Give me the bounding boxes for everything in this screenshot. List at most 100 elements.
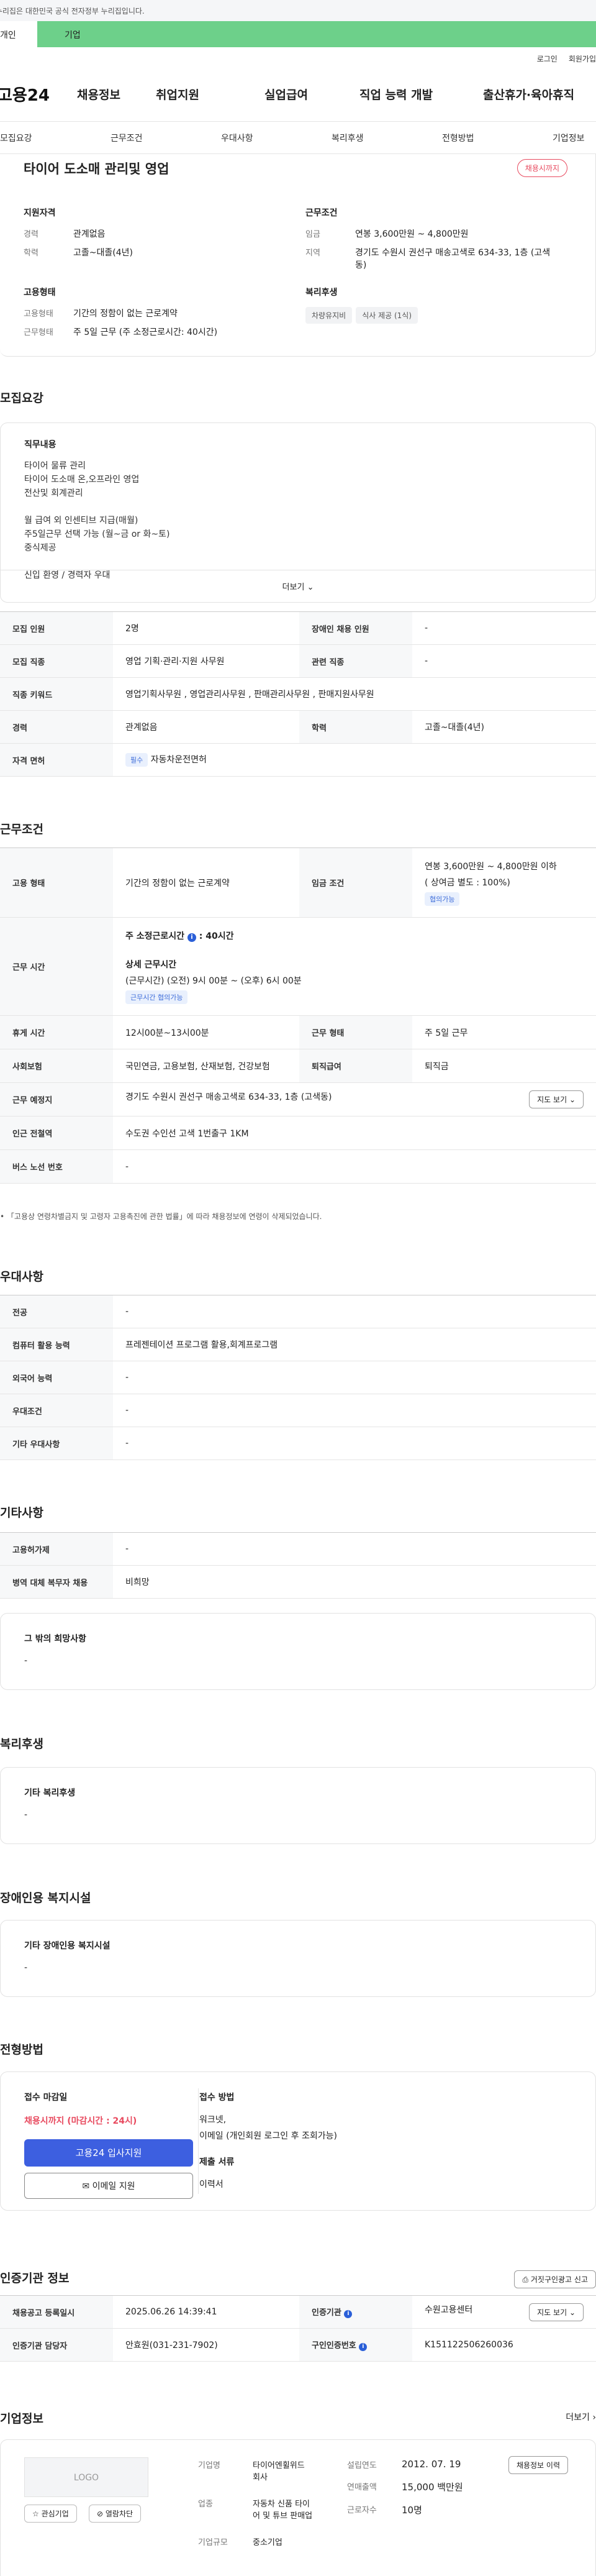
field-value: 10명 [402, 2505, 422, 2516]
email-apply-button[interactable]: ✉ 이메일 지원 [24, 2173, 193, 2199]
welfare-value: - [24, 1810, 28, 1820]
disabled-value: - [24, 1963, 28, 1973]
report-button-label: 거짓구인광고 신고 [530, 2275, 588, 2284]
gnb-menu-3[interactable]: 직업 능력 개발 [359, 86, 483, 103]
gov-notice-text: 이 누리집은 대한민국 공식 전자정부 누리집입니다. [0, 7, 145, 16]
cell-label: 병역 대체 복무자 채용 [0, 1565, 113, 1599]
cell-label: 근무 형태 [299, 1015, 412, 1049]
cell-label: 컴퓨터 활용 능력 [0, 1328, 113, 1361]
hope-title: 그 밖의 희망사항 [24, 1634, 86, 1644]
cell-label: 버스 노선 번호 [0, 1149, 113, 1184]
mail-icon: ✉ [82, 2181, 90, 2191]
cell-label: 휴게 시간 [0, 1015, 113, 1049]
info-icon[interactable]: i [344, 2310, 353, 2318]
map-button[interactable]: 지도 보기 ⌄ [529, 1090, 584, 1108]
qualification-title: 지원자격 [24, 208, 56, 218]
block-button[interactable]: ⊘ 열람차단 [89, 2505, 142, 2523]
work-hours-value: 40시간 [205, 931, 234, 941]
cert-heading: 인증기관 정보 [0, 2272, 70, 2285]
duty-line: 타이어 도소매 온,오프라인 영업 [24, 475, 140, 485]
table-row: 채용공고 등록일시 2025.06.26 14:39:41 인증기관 i 수원고용센터… [0, 2295, 596, 2329]
cell-value: - [412, 611, 596, 645]
cell-value: 수도권 수인선 고색 1번출구 1KM [113, 1116, 596, 1150]
field-value: 주 5일 근무 (주 소정근로시간: 40시간) [73, 327, 218, 337]
info-icon[interactable]: i [187, 933, 196, 942]
site-logo[interactable]: 고용24 [0, 83, 77, 106]
info-icon[interactable]: i [359, 2343, 368, 2351]
welfare-tag: 차량유지비 [305, 307, 353, 324]
field-value: 중소기업 [253, 2538, 282, 2547]
field-label: 설립연도 [347, 2461, 377, 2470]
login-link[interactable]: 로그인 [537, 53, 558, 67]
condition-block: 근무조건 임금 연봉 3,600만원 ~ 4,800만원 지역 경기도 수원시 권선… [305, 206, 566, 277]
cell-value: 비희망 [113, 1565, 596, 1599]
apply-button[interactable]: 고용24 입사지원 [24, 2139, 193, 2167]
status-badge: 채용시까지 [517, 159, 567, 177]
more-button[interactable]: 더보기 ⌄ [1, 570, 595, 602]
cell-value: 연봉 3,600만원 ~ 4,800만원 이하 ( 상여금 별도 : 100%) 협… [412, 847, 596, 918]
field-label: 업종 [198, 2500, 213, 2509]
tab-preferences[interactable]: 우대사항 [221, 132, 253, 144]
cert-map-button[interactable]: 지도 보기 ⌄ [529, 2303, 584, 2321]
fav-company-button[interactable]: ☆ 관심기업 [24, 2505, 77, 2523]
license-value: 자동차운전면허 [150, 755, 207, 765]
company-more-link[interactable]: 더보기 › [566, 2411, 596, 2423]
wage-value: 연봉 3,600만원 ~ 4,800만원 이하 [425, 861, 557, 872]
report-button[interactable]: ⎙ 거짓구인광고 신고 [514, 2270, 596, 2288]
cell-value: 12시00분~13시00분 [113, 1015, 299, 1049]
process-box: 접수 마감일 채용시까지 (마감시간 : 24시) 고용24 입사지원 ✉ 이메… [0, 2071, 596, 2211]
recruit-table: 모집 인원 2명 장애인 채용 인원 - 모집 직종 영업 기획·관리·지원 사무원 관련… [0, 611, 596, 777]
age-notice-text: 「고용상 연령차별금지 및 고령자 고용촉진에 관한 법률」에 따라 채용정보에… [6, 1212, 322, 1221]
cert-map-label: 지도 보기 [537, 2308, 567, 2317]
cell-value: 관계없음 [113, 710, 299, 744]
duty-line: 중식제공 [24, 543, 56, 553]
gnb-menu-1[interactable]: 취업지원 [156, 86, 248, 103]
table-row: 직종 키워드 영업기획사무원 , 영업관리사무원 , 판매관리사무원 , 판매지원… [0, 677, 596, 711]
field-label: 지역 [305, 249, 320, 258]
member-mode-tabs: 개인 기업 [0, 21, 596, 47]
tab-recruit[interactable]: 모집요강 [0, 132, 32, 144]
report-icon: ⎙ [522, 2275, 529, 2284]
tab-company[interactable]: 기업정보 [553, 132, 585, 144]
cell-value: 수원고용센터 지도 보기 ⌄ [412, 2295, 596, 2329]
hire-history-button[interactable]: 채용정보 이력 [508, 2456, 568, 2474]
detail-hours-value: (근무시간) (오전) 9시 00분 ~ (오후) 6시 00분 [125, 975, 302, 986]
gnb-menu-4[interactable]: 출산휴가·육아휴직 [483, 86, 574, 103]
job-title: 타이어 도소매 관리및 영업 [24, 162, 169, 176]
gnb-menu-2[interactable]: 실업급여 [264, 86, 359, 103]
duty-line: 타이어 물류 관리 [24, 461, 86, 471]
join-link[interactable]: 회원가입 [569, 53, 596, 67]
tab-process[interactable]: 전형방법 [442, 132, 474, 144]
company-name: 타이어엔휠위드 [253, 2461, 305, 2470]
field-label: 근무형태 [24, 328, 53, 337]
cell-label: 외국어 능력 [0, 1361, 113, 1394]
table-row: 근무 예정지 경기도 수원시 권선구 매송고색로 634-33, 1층 (고색동)… [0, 1082, 596, 1117]
tab-conditions[interactable]: 근무조건 [111, 132, 143, 144]
hours-negotiable-badge: 근무시간 협의가능 [125, 990, 188, 1004]
table-row: 모집 인원 2명 장애인 채용 인원 - [0, 611, 596, 645]
divider [198, 2088, 199, 2194]
cell-label: 고용 형태 [0, 847, 113, 918]
cell-label: 인근 전철역 [0, 1116, 113, 1150]
cell-value: 영업기획사무원 , 영업관리사무원 , 판매관리사무원 , 판매지원사무원 [113, 677, 596, 711]
tab-company[interactable]: 기업 [37, 21, 596, 47]
employment-block: 고용형태 고용형태 기간의 정함이 없는 근로계약 근무형태 주 5일 근무 (주 … [24, 286, 217, 344]
company-box: LOGO ☆ 관심기업 ⊘ 열람차단 기업명 타이어엔휠위드 회사 업종 자동차 신품… [0, 2439, 596, 2576]
table-row: 사회보험 국민연금, 고용보험, 산재보험, 건강보험 퇴직급여 퇴직금 [0, 1049, 596, 1083]
table-row: 근무 시간 주 소정근로시간 i : 40시간 상세 근무시간 (근무시간) (오전)… [0, 917, 596, 1016]
company-info-right: 설립연도 2012. 07. 19 연매출액 15,000 백만원 근로자수 10명 [347, 2459, 463, 2516]
field-value: 15,000 백만원 [402, 2482, 463, 2493]
cell-value: 안효원(031-231-7902) [113, 2328, 299, 2362]
utility-links: 로그인 회원가입 [0, 47, 596, 67]
cell-label-text: 인증기관 [312, 2308, 341, 2318]
fav-label: 관심기업 [41, 2510, 69, 2518]
tab-welfare[interactable]: 복리후생 [332, 132, 364, 144]
cell-value: 주 5일 근무 [412, 1015, 596, 1049]
docs-value: 이력서 [199, 2180, 224, 2190]
field-value: 기간의 정함이 없는 근로계약 [73, 309, 178, 319]
tab-personal[interactable]: 개인 [0, 21, 37, 47]
method-title: 접수 방법 [199, 2093, 235, 2103]
block-icon: ⊘ [97, 2510, 104, 2518]
field-value: 자동차 신품 타이 어 및 튜브 판매업 [253, 2497, 312, 2521]
company-logo: LOGO [24, 2457, 148, 2497]
